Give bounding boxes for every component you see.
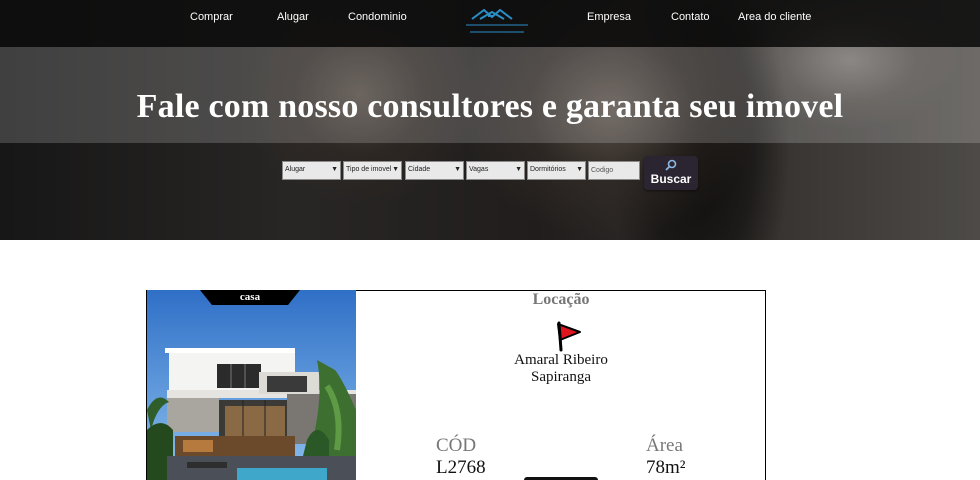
area-label: Área: [646, 435, 683, 456]
location-neighborhood: Amaral Ribeiro: [514, 352, 608, 368]
codigo-input[interactable]: Codigo: [588, 161, 640, 180]
code-value: L2768: [436, 457, 486, 478]
select-cidade-value: Cidade: [408, 166, 431, 173]
chevron-down-icon: ▼: [331, 166, 338, 173]
chevron-down-icon: ▼: [515, 166, 522, 173]
select-dormitorios[interactable]: Dormitórios ▼: [527, 161, 586, 180]
chevron-down-icon: ▼: [576, 166, 583, 173]
location-city: Sapiranga: [531, 369, 591, 385]
area-value: 78m²: [646, 457, 686, 478]
buscar-label: Buscar: [650, 172, 692, 186]
chevron-down-icon: ▼: [454, 166, 461, 173]
hero-headline: Fale com nosso consultores e garanta seu…: [136, 88, 844, 125]
select-vagas[interactable]: Vagas ▼: [466, 161, 525, 180]
buscar-button[interactable]: Buscar: [644, 156, 698, 190]
search-icon: [665, 159, 677, 171]
listing-photo[interactable]: [147, 290, 356, 480]
nav-area-do-cliente[interactable]: Area do cliente: [738, 11, 811, 23]
nav-comprar[interactable]: Comprar: [190, 11, 233, 23]
top-navbar: Comprar Alugar Condominio Empresa Contat…: [0, 0, 980, 47]
chevron-down-icon: ▼: [392, 166, 399, 173]
select-dormitorios-value: Dormitórios: [530, 166, 566, 173]
red-flag-icon: [557, 321, 581, 352]
hero-banner: Comprar Alugar Condominio Empresa Contat…: [0, 0, 980, 240]
code-label: CÓD: [436, 435, 477, 456]
select-vagas-value: Vagas: [469, 166, 489, 173]
nav-contato[interactable]: Contato: [671, 11, 710, 23]
nav-alugar[interactable]: Alugar: [277, 11, 309, 23]
nav-empresa[interactable]: Empresa: [587, 11, 631, 23]
location-title: Locação: [532, 291, 590, 308]
select-tipo-imovel[interactable]: Tipo de imovel ▼: [343, 161, 402, 180]
select-tipo-imovel-value: Tipo de imovel: [346, 166, 392, 173]
select-finalidade[interactable]: Alugar ▼: [282, 161, 341, 180]
codigo-placeholder: Codigo: [591, 167, 614, 174]
nav-condominio[interactable]: Condominio: [348, 11, 407, 23]
select-cidade[interactable]: Cidade ▼: [405, 161, 464, 180]
house-photo-image: [147, 290, 356, 480]
property-type-tag: casa: [200, 290, 300, 305]
select-finalidade-value: Alugar: [285, 166, 306, 173]
house-roof-logo-icon[interactable]: [466, 6, 528, 34]
